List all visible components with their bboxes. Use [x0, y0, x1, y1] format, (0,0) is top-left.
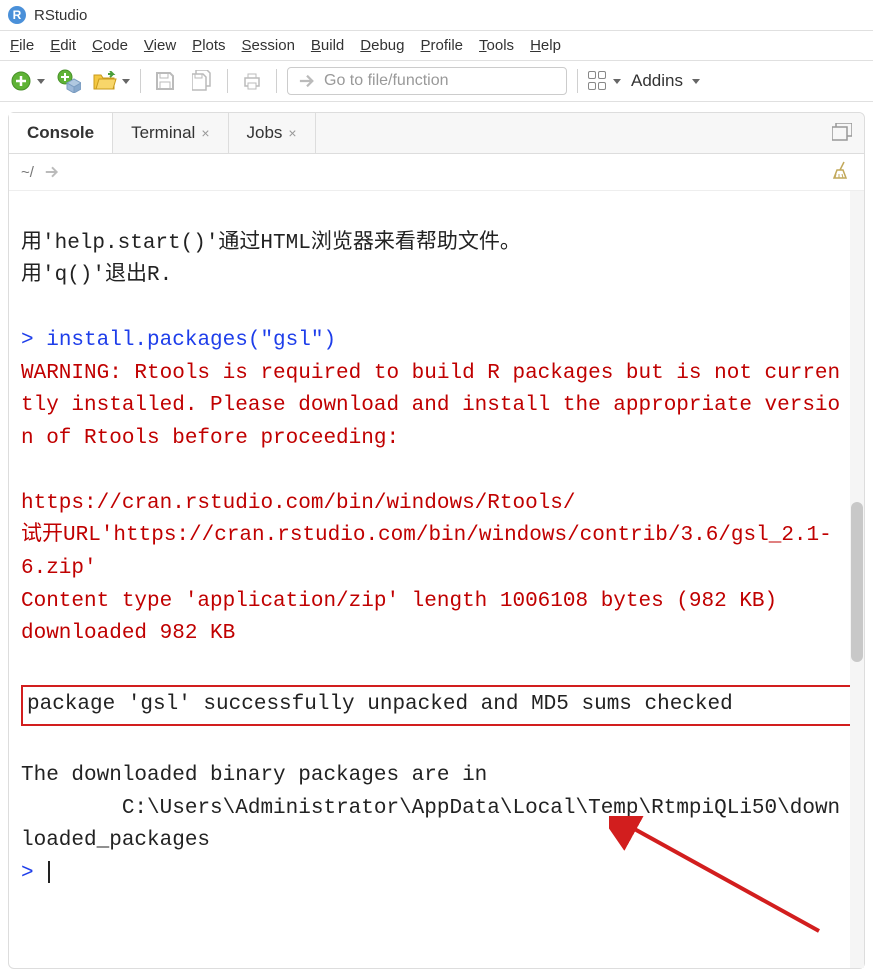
tab-bar: Console Terminal × Jobs × [9, 113, 864, 154]
tab-terminal[interactable]: Terminal × [113, 113, 228, 153]
grid-icon [588, 71, 608, 91]
plus-circle-icon [10, 70, 32, 92]
separator [140, 69, 141, 93]
annotation-arrow-icon [609, 816, 829, 936]
console-line: C:\Users\Administrator\AppData\Local\Tem… [21, 797, 840, 853]
console-pane: Console Terminal × Jobs × ~/ 用'help.star… [8, 112, 865, 969]
tab-label: Jobs [247, 123, 283, 143]
console-url: https://cran.rstudio.com/bin/windows/Rto… [21, 492, 576, 515]
print-icon [242, 71, 262, 91]
highlight-box: package 'gsl' successfully unpacked and … [21, 685, 852, 726]
scroll-thumb[interactable] [851, 502, 863, 662]
open-file-button[interactable] [93, 71, 130, 91]
scrollbar[interactable] [850, 191, 864, 968]
chevron-down-icon [122, 79, 130, 84]
console-line: 用'q()'退出R. [21, 264, 172, 287]
tab-jobs[interactable]: Jobs × [229, 113, 316, 153]
arrow-right-icon[interactable] [44, 165, 60, 179]
menu-view[interactable]: View [144, 37, 176, 54]
broom-icon [832, 160, 852, 180]
console-line: The downloaded binary packages are in [21, 764, 487, 787]
menu-debug[interactable]: Debug [360, 37, 404, 54]
window-stack-icon [832, 123, 852, 141]
window-titlebar: R RStudio [0, 0, 873, 31]
new-project-button[interactable] [55, 67, 83, 95]
close-icon[interactable]: × [201, 125, 209, 141]
save-all-button[interactable] [189, 67, 217, 95]
chevron-down-icon [692, 79, 700, 84]
rstudio-logo-icon: R [8, 6, 26, 24]
menu-profile[interactable]: Profile [421, 37, 464, 54]
separator [577, 69, 578, 93]
console-line: 试开URL'https://cran.rstudio.com/bin/windo… [21, 524, 832, 580]
tab-label: Console [27, 123, 94, 143]
console-prompt: > [21, 329, 46, 352]
separator [276, 69, 277, 93]
menu-edit[interactable]: Edit [50, 37, 76, 54]
arrow-right-icon [298, 73, 316, 89]
working-dir-label: ~/ [21, 164, 34, 181]
console-warning: WARNING: Rtools is required to build R p… [21, 362, 840, 450]
folder-open-icon [93, 71, 117, 91]
new-file-button[interactable] [10, 70, 45, 92]
menu-help[interactable]: Help [530, 37, 561, 54]
console-subbar: ~/ [9, 154, 864, 191]
separator [227, 69, 228, 93]
chevron-down-icon [37, 79, 45, 84]
menu-plots[interactable]: Plots [192, 37, 225, 54]
toolbar: Go to file/function Addins [0, 60, 873, 102]
menu-tools[interactable]: Tools [479, 37, 514, 54]
save-icon [155, 71, 175, 91]
console-command: install.packages("gsl") [46, 329, 336, 352]
cursor [48, 861, 50, 883]
clear-console-button[interactable] [832, 160, 852, 184]
save-all-icon [192, 70, 214, 92]
console-line: downloaded 982 KB [21, 622, 235, 645]
addins-dropdown[interactable]: Addins [631, 71, 700, 91]
console-success-line: package 'gsl' successfully unpacked and … [27, 693, 733, 716]
addins-label: Addins [631, 71, 683, 91]
tab-label: Terminal [131, 123, 195, 143]
save-button[interactable] [151, 67, 179, 95]
close-icon[interactable]: × [288, 125, 296, 141]
window-title: RStudio [34, 7, 87, 24]
menu-file[interactable]: File [10, 37, 34, 54]
print-button[interactable] [238, 67, 266, 95]
plus-cube-icon [57, 69, 81, 93]
console-prompt: > [21, 862, 46, 885]
menu-code[interactable]: Code [92, 37, 128, 54]
menu-build[interactable]: Build [311, 37, 344, 54]
tab-console[interactable]: Console [9, 113, 113, 153]
menu-session[interactable]: Session [242, 37, 295, 54]
chevron-down-icon [613, 79, 621, 84]
maximize-pane-button[interactable] [820, 123, 864, 144]
console-output[interactable]: 用'help.start()'通过HTML浏览器来看帮助文件。 用'q()'退出… [9, 191, 864, 968]
console-line: 用'help.start()'通过HTML浏览器来看帮助文件。 [21, 232, 521, 255]
console-line: Content type 'application/zip' length 10… [21, 590, 777, 613]
goto-file-function-input[interactable]: Go to file/function [287, 67, 567, 95]
menubar: File Edit Code View Plots Session Build … [0, 31, 873, 60]
panes-layout-button[interactable] [588, 71, 621, 91]
goto-placeholder: Go to file/function [324, 72, 449, 90]
